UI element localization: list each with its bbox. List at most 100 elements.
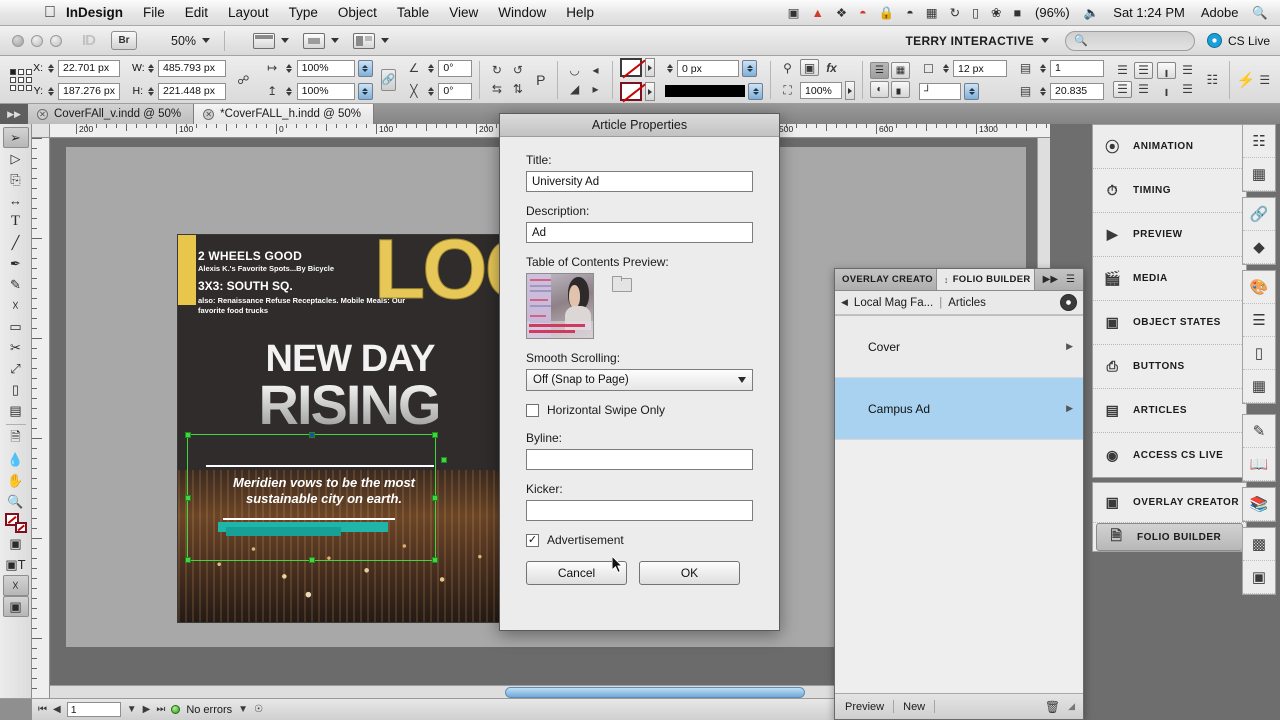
chevron-down-icon[interactable] — [1040, 38, 1049, 43]
ref-point-bl[interactable] — [10, 84, 16, 91]
frame-tool[interactable]: ☓ — [3, 295, 29, 316]
bridge-button[interactable]: Br — [111, 31, 137, 50]
zoom-level-selector[interactable]: 50% — [171, 34, 211, 48]
panel-item-articles[interactable]: ▤ ARTICLES — [1093, 389, 1246, 433]
scale-y-input[interactable]: 100% — [296, 82, 355, 100]
clock[interactable]: Sat 1:24 PM — [1105, 5, 1193, 20]
panel-menu-icon[interactable]: ☰ — [1066, 274, 1075, 285]
magazine-cover-artwork[interactable]: 2 WHEELS GOOD Alexis K.'s Favorite Spots… — [177, 234, 522, 623]
panel-item-media[interactable]: 🎬 MEDIA — [1093, 257, 1246, 301]
rectangle-tool[interactable]: ▭ — [3, 316, 29, 337]
chevron-right-icon[interactable]: ▶ — [1066, 341, 1073, 352]
trash-icon[interactable]: 🗑 — [1045, 700, 1060, 714]
keyboard-icon[interactable]: ▦ — [920, 0, 944, 26]
tab-coverfall-h[interactable]: ✕ *CoverFALL_h.indd @ 50% — [194, 104, 374, 124]
preview-button[interactable]: Preview — [843, 701, 893, 713]
layers-pages-icon[interactable]: ▦ — [1243, 158, 1275, 191]
pen-tool[interactable]: ✒ — [3, 253, 29, 274]
ref-point-tc[interactable] — [18, 68, 24, 75]
inset-input[interactable]: 12 px — [953, 60, 1008, 77]
lock-icon[interactable]: 🔒 — [873, 0, 901, 26]
ok-button[interactable]: OK — [639, 561, 740, 585]
hand-tool[interactable]: ✋ — [3, 470, 29, 491]
flip-horizontal-icon[interactable]: ⇆ — [487, 81, 506, 98]
previous-page-icon[interactable]: ◀ — [53, 704, 61, 715]
arrange-documents-button[interactable] — [353, 32, 390, 49]
help-search-input[interactable]: 🔍 — [1064, 30, 1195, 51]
fill-stroke-icon[interactable] — [4, 512, 27, 533]
bluetooth-icon[interactable]: ❀ — [985, 0, 1007, 26]
pencil-tool[interactable]: ✎ — [3, 274, 29, 295]
folio-article-row-cover[interactable]: Cover ▶ — [835, 316, 1083, 378]
menu-edit[interactable]: Edit — [175, 0, 218, 26]
align-left-icon[interactable]: ☰ — [1113, 62, 1132, 79]
formatting-affects-container-icon[interactable]: ▣ — [3, 533, 29, 554]
close-icon[interactable]: ✕ — [37, 108, 48, 120]
panel-item-animation[interactable]: ⦿ ANIMATION — [1093, 125, 1246, 169]
spotlight-search-icon[interactable]: 🔍 — [1246, 0, 1274, 26]
selection-tool[interactable]: ➢ — [2, 127, 29, 148]
rotate-input[interactable]: 0° — [438, 59, 473, 77]
align-icon[interactable]: ▩ — [1243, 528, 1275, 561]
free-transform-tool[interactable]: ⤢ — [3, 358, 29, 379]
advertisement-checkbox[interactable]: ✓ — [526, 533, 539, 547]
ref-point-mc[interactable] — [18, 76, 24, 83]
collapse-to-icons-icon[interactable]: ▶▶ — [1043, 274, 1058, 285]
menu-table[interactable]: Table — [387, 0, 439, 26]
adobe-menu[interactable]: Adobe — [1193, 5, 1247, 20]
quick-apply-icon[interactable]: ⚡ — [1237, 71, 1256, 89]
panel-item-preview[interactable]: ▶ PREVIEW — [1093, 213, 1246, 257]
back-icon[interactable]: ◀ — [841, 297, 848, 308]
y-stepper[interactable] — [46, 82, 55, 100]
close-icon[interactable]: ✕ — [203, 108, 215, 120]
panel-item-access-cs-live[interactable]: ◉ ACCESS CS LIVE — [1093, 433, 1246, 477]
rotate-ccw-icon[interactable]: ↺ — [508, 62, 527, 79]
vertical-ruler[interactable] — [32, 138, 50, 698]
menu-file[interactable]: File — [133, 0, 175, 26]
valign-justify-icon[interactable]: ☰ — [1178, 81, 1197, 98]
toc-preview-thumbnail[interactable] — [526, 273, 594, 339]
reference-point-selector[interactable] — [10, 68, 32, 91]
display-icon[interactable]: ▯ — [966, 0, 985, 26]
layers-icon[interactable]: ◆ — [1243, 231, 1275, 264]
select-content-icon[interactable]: ◢ — [565, 81, 584, 98]
columns-stepper[interactable] — [1038, 59, 1047, 77]
menu-type[interactable]: Type — [279, 0, 328, 26]
fill-stroke-swatch[interactable] — [3, 512, 29, 533]
library-icon[interactable]: 📚 — [1243, 488, 1275, 521]
pathfinder-icon[interactable]: ▣ — [1243, 561, 1275, 594]
cancel-button[interactable]: Cancel — [526, 561, 627, 585]
panel-item-object-states[interactable]: ▣ OBJECT STATES — [1093, 301, 1246, 345]
preflight-dropdown-icon[interactable]: ▼ — [238, 704, 248, 715]
panel-item-overlay-creator[interactable]: ▣ OVERLAY CREATOR — [1093, 483, 1246, 523]
dialog-title-bar[interactable]: Article Properties — [500, 114, 779, 137]
h-stepper[interactable] — [146, 82, 155, 100]
horizontal-swipe-row[interactable]: Horizontal Swipe Only — [526, 403, 753, 417]
breadcrumb-parent[interactable]: Local Mag Fa... — [854, 297, 933, 309]
flip-vertical-icon[interactable]: ⇅ — [508, 81, 527, 98]
menu-layout[interactable]: Layout — [218, 0, 279, 26]
pages-icon[interactable]: ☷ — [1243, 125, 1275, 158]
width-input[interactable]: 485.793 px — [158, 59, 226, 77]
height-input[interactable]: 221.448 px — [158, 82, 226, 100]
first-page-icon[interactable]: ⏮ — [38, 704, 47, 715]
panel-item-timing[interactable]: ⏱ TIMING — [1093, 169, 1246, 213]
corner-shape-select[interactable]: ┘ — [919, 82, 962, 100]
opacity-dropdown-icon[interactable] — [845, 81, 856, 100]
x-stepper[interactable] — [46, 59, 55, 77]
scale-y-blue-stepper[interactable] — [357, 82, 373, 100]
text-wrap-icon[interactable]: ▦ — [891, 61, 911, 79]
book-icon[interactable]: 📖 — [1243, 448, 1275, 481]
folio-article-row-campus-ad[interactable]: Campus Ad ▶ — [835, 378, 1083, 440]
window-traffic-lights[interactable] — [12, 34, 62, 47]
menu-window[interactable]: Window — [488, 0, 556, 26]
eyedropper-tool[interactable]: 💧 — [3, 449, 29, 470]
preview-eye-icon[interactable] — [1060, 294, 1077, 311]
next-page-icon[interactable]: ▶ — [143, 704, 151, 715]
links-icon[interactable]: 🔗 — [1243, 198, 1275, 231]
ref-point-bc[interactable] — [18, 84, 24, 91]
panel-item-folio-builder[interactable]: 🗎 FOLIO BUILDER — [1096, 523, 1243, 551]
page-number-input[interactable]: 1 — [66, 702, 121, 717]
advertisement-row[interactable]: ✓ Advertisement — [526, 533, 753, 547]
title-input[interactable]: University Ad — [526, 171, 753, 192]
